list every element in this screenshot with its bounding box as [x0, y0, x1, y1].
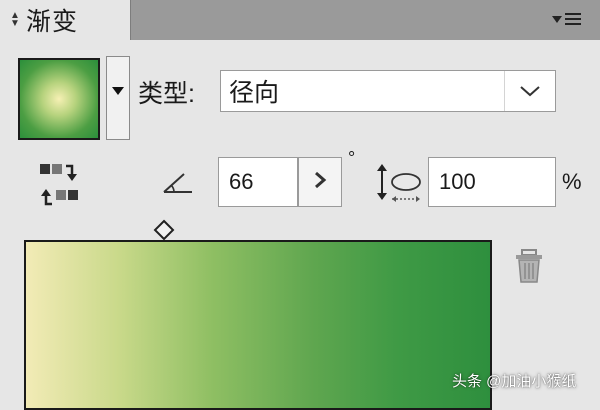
swatch-dropdown-button[interactable]	[106, 56, 130, 140]
type-label: 类型:	[138, 80, 195, 108]
tab-gradient[interactable]: ▲ ▼ 渐变	[0, 0, 131, 40]
panel-menu-icon[interactable]	[552, 8, 590, 30]
panel-title: 渐变	[26, 8, 79, 36]
type-select[interactable]: 径向	[220, 70, 556, 112]
type-select-value: 径向	[229, 79, 280, 107]
degree-unit: °	[348, 148, 356, 168]
trash-icon[interactable]	[512, 248, 546, 286]
angle-field[interactable]: 66	[218, 157, 298, 207]
up-down-arrows-icon[interactable]: ▲ ▼	[8, 11, 22, 29]
gradient-slider[interactable]	[24, 240, 492, 410]
chevron-down-icon[interactable]	[505, 84, 555, 98]
percent-unit: %	[562, 169, 582, 194]
angle-icon	[160, 170, 196, 196]
gradient-swatch[interactable]	[18, 58, 100, 140]
aspect-ratio-icon	[374, 161, 426, 205]
diamond-midpoint-icon[interactable]	[153, 219, 175, 241]
reverse-gradient-icon[interactable]	[36, 160, 82, 208]
angle-stepper-button[interactable]	[298, 157, 342, 207]
triangle-down-icon	[112, 87, 124, 95]
panel-tab-bar: ▲ ▼ 渐变	[0, 0, 600, 40]
watermark: 头条 @加油小猴纸	[452, 373, 577, 390]
chevron-right-icon	[313, 170, 327, 195]
aspect-ratio-field[interactable]: 100	[428, 157, 556, 207]
